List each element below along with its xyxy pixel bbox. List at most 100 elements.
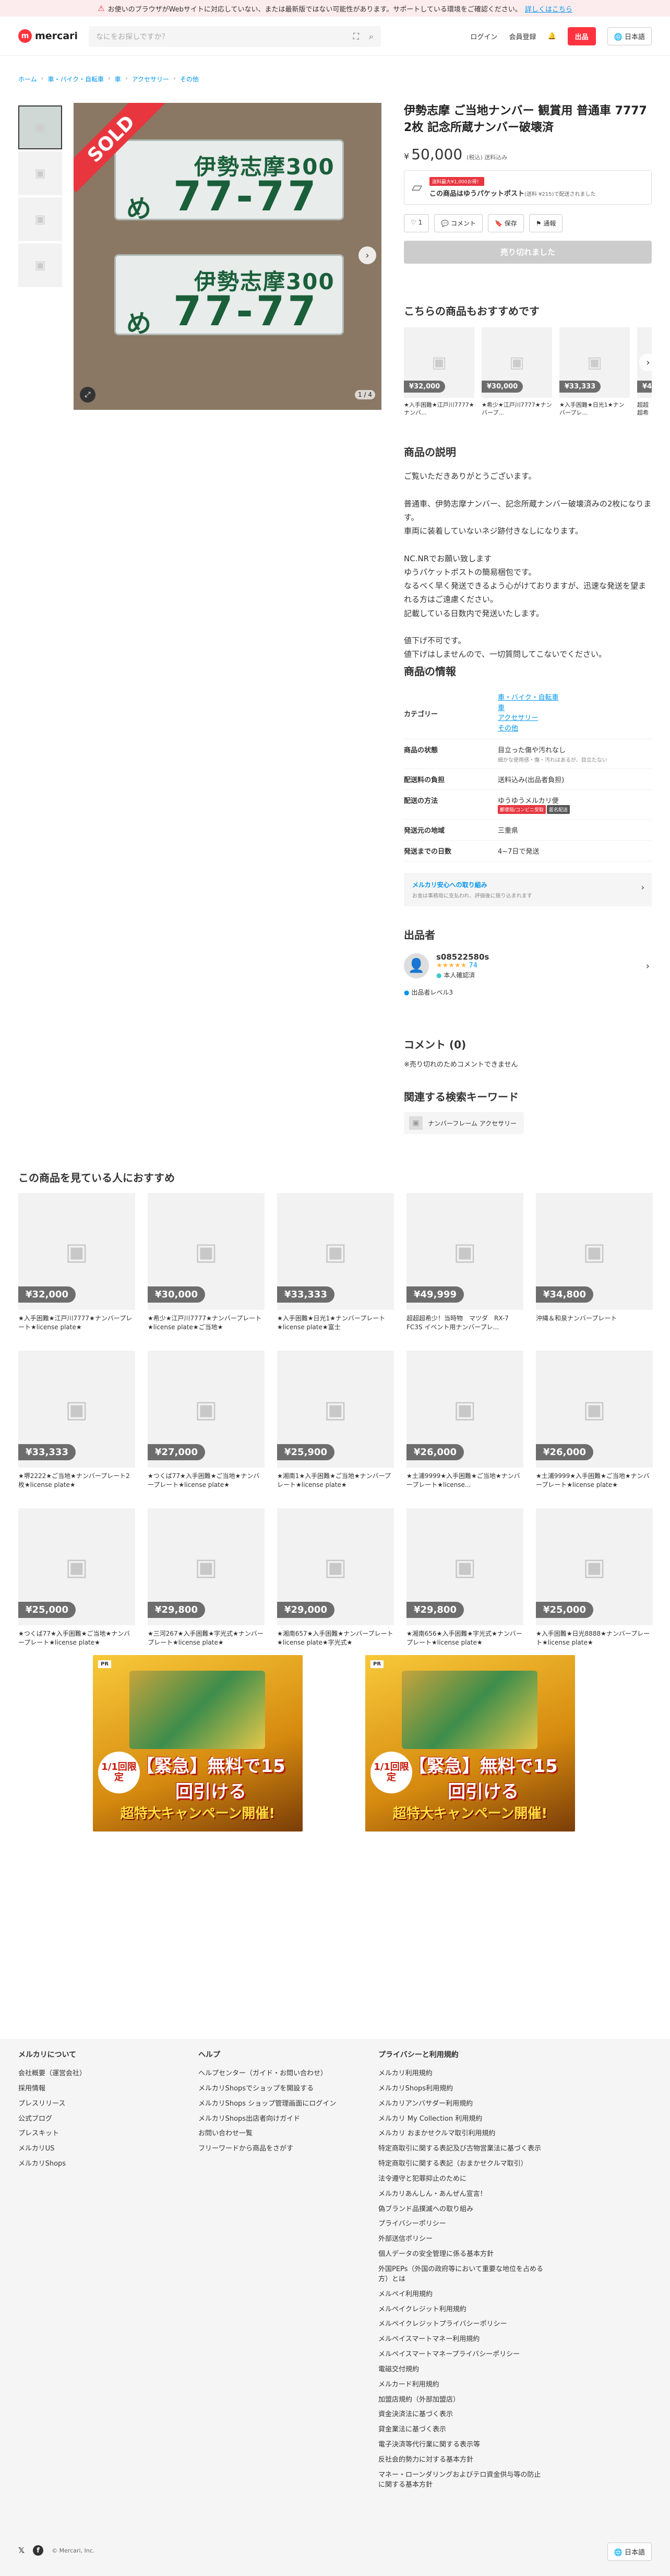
grid-item[interactable]: ▣ ¥29,000 ★湘南657★入手困難★ナンバープレート★license pla… [277, 1508, 394, 1648]
grid-item[interactable]: ▣ ¥27,000 ★つくば77★入手困難★ご当地★ナンバープレート★license… [148, 1351, 265, 1491]
footer-link[interactable]: メルカリ My Collection 利用規約 [378, 2114, 545, 2124]
main-product-image[interactable]: 伊勢志摩300 め 77-77 伊勢志摩300 め 77-77 SOLD › ⤢… [74, 103, 381, 410]
footer-link[interactable]: メルペイ利用規約 [378, 2290, 545, 2300]
footer-link[interactable]: プレスリリース [18, 2099, 175, 2109]
grid-item[interactable]: ▣ ¥32,000 ★入手困難★江戸川7777★ナンバープレート★license p… [18, 1193, 135, 1333]
thumbnail-4[interactable]: ▣ [18, 243, 62, 287]
grid-item[interactable]: ▣ ¥29,800 ★三河267★入手困難★字光式★ナンバープレート★license… [148, 1508, 265, 1648]
footer-link[interactable]: メルペイスマートマネープライバシーポリシー [378, 2350, 545, 2360]
footer-link[interactable]: 特定商取引に関する表記（おまかせクルマ取引） [378, 2159, 545, 2169]
category-link[interactable]: 車・バイク・自転車 [498, 693, 652, 703]
signup-link[interactable]: 会員登録 [509, 31, 536, 41]
footer-link[interactable]: マネー・ローンダリングおよびテロ資金供与等の防止に関する基本方針 [378, 2471, 545, 2490]
thumbnail-1[interactable]: ▣ [18, 105, 62, 149]
recommended-item[interactable]: ▣ ¥32,000 ★入手困難★江戸川7777★ナンバ... [404, 327, 474, 418]
like-button[interactable]: ♡ 1 [404, 214, 429, 232]
footer-link[interactable]: メルカリShops出店者向けガイド [198, 2114, 365, 2124]
footer-link[interactable]: メルカリShops ショップ管理画面にログイン [198, 2099, 365, 2109]
footer-link[interactable]: メルペイクレジット利用規約 [378, 2305, 545, 2315]
category-link[interactable]: その他 [498, 724, 652, 734]
footer-link[interactable]: メルカリアンバサダー利用規約 [378, 2099, 545, 2109]
footer-link[interactable]: メルカード利用規約 [378, 2380, 545, 2390]
grid-item[interactable]: ▣ ¥25,000 ★つくば77★入手困難★ご当地★ナンバープレート★license… [18, 1508, 135, 1648]
footer-link[interactable]: 会社概要（運営会社） [18, 2069, 175, 2079]
footer-link[interactable]: 資金決済法に基づく表示 [378, 2410, 545, 2420]
keyword-chip[interactable]: ▣ ナンバーフレーム アクセサリー [404, 1112, 524, 1134]
category-link[interactable]: アクセサリー [498, 713, 652, 724]
footer-link[interactable]: 個人データの安全管理に係る基本方針 [378, 2250, 545, 2260]
ad-banner[interactable]: PR 1/1回限定 【緊急】無料で15回引ける 超特大キャンペーン開催! [93, 1655, 303, 1831]
carousel-next-button[interactable]: › [639, 353, 657, 371]
next-image-button[interactable]: › [358, 246, 376, 264]
footer-link[interactable]: メルカリShopsでショップを開設する [198, 2084, 365, 2094]
footer-link[interactable]: メルペイスマートマネー利用規約 [378, 2335, 545, 2345]
footer-link[interactable]: ヘルプセンター（ガイド・お問い合わせ） [198, 2069, 365, 2079]
report-button[interactable]: ⚑ 通報 [529, 214, 563, 232]
footer-link[interactable]: メルカリ利用規約 [378, 2069, 545, 2079]
footer-link[interactable]: 公式ブログ [18, 2114, 175, 2124]
grid-item[interactable]: ▣ ¥26,000 ★土浦9999★入手困難★ご当地★ナンバープレート★licens… [536, 1351, 653, 1491]
facebook-icon[interactable]: f [33, 2545, 44, 2556]
sell-button[interactable]: 出品 [567, 27, 596, 45]
grid-item[interactable]: ▣ ¥30,000 ★希少★江戸川7777★ナンバープレート★license pla… [148, 1193, 265, 1333]
footer-link[interactable]: メルカリShops利用規約 [378, 2084, 545, 2094]
footer-link[interactable]: 貸金業法に基づく表示 [378, 2425, 545, 2435]
footer-link[interactable]: プライバシーポリシー [378, 2219, 545, 2229]
grid-item[interactable]: ▣ ¥33,333 ★入手困難★日光1★ナンバープレート★license plate… [277, 1193, 394, 1333]
login-link[interactable]: ログイン [470, 31, 497, 41]
footer-link[interactable]: 加盟店規約（外部加盟店） [378, 2395, 545, 2405]
ad-banner[interactable]: PR 1/1回限定 【緊急】無料で15回引ける 超特大キャンペーン開催! [365, 1655, 575, 1831]
banner-link[interactable]: 詳しくはこちら [525, 4, 572, 14]
footer-language-selector[interactable]: 🌐 日本語 [607, 2543, 652, 2561]
grid-item[interactable]: ▣ ¥25,900 ★湘南1★入手困難★ご当地★ナンバープレート★license p… [277, 1351, 394, 1491]
bell-icon[interactable]: 🔔 [547, 32, 556, 40]
footer-link[interactable]: プレスキット [18, 2129, 175, 2139]
footer-link[interactable]: メルペイクレジットプライバシーポリシー [378, 2320, 545, 2330]
footer-link[interactable]: 外部送信ポリシー [378, 2235, 545, 2244]
search-icon[interactable]: ⌕ [369, 31, 374, 42]
footer-link[interactable]: メルカリあんしん・あんぜん宣言！ [378, 2190, 545, 2200]
breadcrumb-item[interactable]: ホーム [18, 75, 37, 84]
grid-item[interactable]: ▣ ¥33,333 ★堺2222★ご当地★ナンバープレート2枚★license pl… [18, 1351, 135, 1491]
also-recommended-section: こちらの商品もおすすめです ▣ ¥32,000 ★入手困難★江戸川7777★ナンバ.… [404, 303, 657, 418]
section-heading: 商品の情報 [404, 665, 456, 678]
breadcrumb-item[interactable]: その他 [180, 75, 199, 84]
footer-link[interactable]: 外国PEPs（外国の政府等において重要な地位を占める方）とは [378, 2265, 545, 2285]
footer-link[interactable]: 電子決済等代行業に関する表示等 [378, 2440, 545, 2450]
save-button[interactable]: 🔖 保存 [488, 214, 524, 232]
grid-item[interactable]: ▣ ¥49,999 超超超希少！当時物 マツダ RX-7 FC3S イベント用ナンバ… [406, 1193, 523, 1333]
mercari-logo[interactable]: m mercari [18, 29, 89, 43]
recommended-item[interactable]: ▣ ¥30,000 ★希少★江戸川7777★ナンバープ... [482, 327, 552, 418]
breadcrumb-item[interactable]: 車 [115, 75, 121, 84]
footer-link[interactable]: メルカリ おまかせクルマ取引利用規約 [378, 2129, 545, 2139]
footer-link[interactable]: 法令遵守と犯罪抑止のために [378, 2175, 545, 2184]
grid-item[interactable]: ▣ ¥26,000 ★土浦9999★入手困難★ご当地★ナンバープレート★licens… [406, 1351, 523, 1491]
grid-item[interactable]: ▣ ¥25,000 ★入手困難★日光8888★ナンバープレート★license pl… [536, 1508, 653, 1648]
thumbnail-2[interactable]: ▣ [18, 151, 62, 195]
zoom-icon[interactable]: ⤢ [80, 387, 95, 403]
footer-link[interactable]: フリーワードから商品をさがす [198, 2144, 365, 2154]
camera-icon[interactable]: ⛶ [353, 31, 359, 42]
grid-item[interactable]: ▣ ¥34,800 沖縄＆和泉ナンバープレート [536, 1193, 653, 1333]
footer-link[interactable]: お問い合わせ一覧 [198, 2129, 365, 2139]
footer-link[interactable]: 電磁交付規約 [378, 2365, 545, 2375]
breadcrumb-item[interactable]: アクセサリー [132, 75, 169, 84]
category-link[interactable]: 車 [498, 703, 652, 714]
x-icon[interactable]: 𝕏 [18, 2546, 25, 2555]
language-selector[interactable]: 🌐 日本語 [607, 27, 652, 45]
seller-card[interactable]: 👤 s08522580s ★★★★★ 74 ● 本人確認済 › [404, 952, 652, 979]
footer-link[interactable]: メルカリShops [18, 2159, 175, 2169]
footer-link[interactable]: メルカリUS [18, 2144, 175, 2154]
footer-link[interactable]: 偽ブランド品撲滅への取り組み [378, 2205, 545, 2215]
comment-button[interactable]: 💬 コメント [434, 214, 483, 232]
search-input[interactable]: なにをお探しですか？ ⛶ ⌕ [89, 26, 381, 47]
footer-link[interactable]: 特定商取引に関する表記及び古物営業法に基づく表示 [378, 2144, 545, 2154]
recommended-item[interactable]: ▣¥49,999超超超希少！当時物 [637, 327, 652, 418]
breadcrumb-item[interactable]: 車・バイク・自転車 [47, 75, 104, 84]
recommended-item[interactable]: ▣ ¥33,333 ★入手困難★日光1★ナンバープレ... [559, 327, 630, 418]
safety-notice[interactable]: メルカリ安心への取り組み お金は事務局に支払われ、評価後に振り込まれます › [404, 873, 652, 906]
grid-item[interactable]: ▣ ¥29,800 ★湘南656★入手困難★字光式★ナンバープレート★license… [406, 1508, 523, 1648]
footer-link[interactable]: 採用情報 [18, 2084, 175, 2094]
footer-link[interactable]: 反社会的勢力に対する基本方針 [378, 2455, 545, 2465]
thumbnail-3[interactable]: ▣ [18, 197, 62, 241]
